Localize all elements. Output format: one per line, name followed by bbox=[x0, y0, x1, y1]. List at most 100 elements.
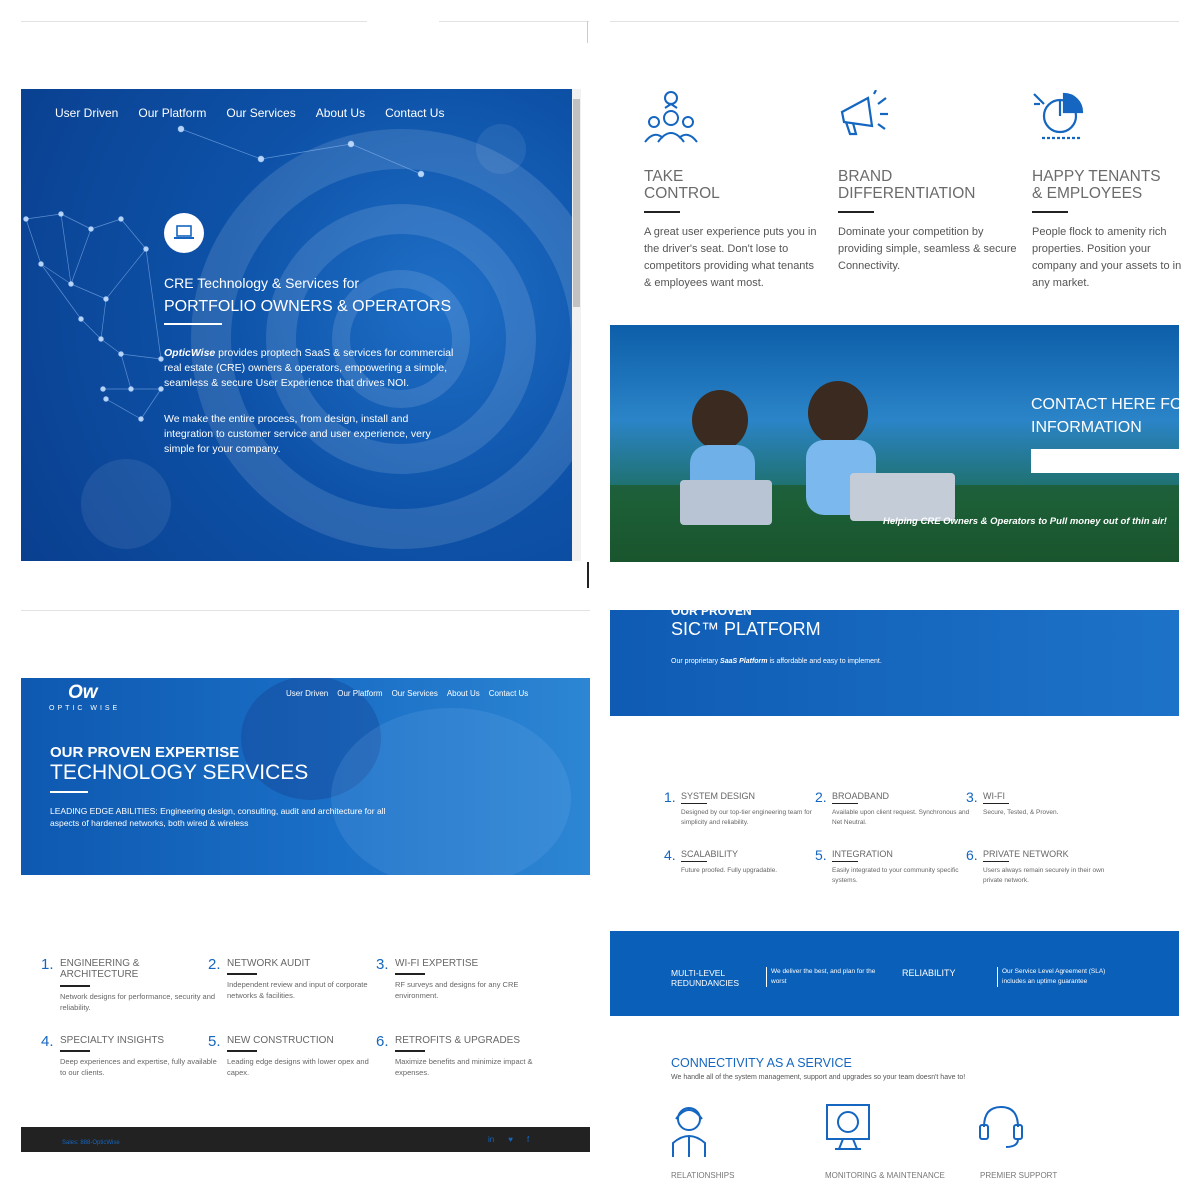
divider bbox=[21, 21, 367, 22]
feature-title-line1: TAKE bbox=[644, 168, 684, 185]
nav-our-platform[interactable]: Our Platform bbox=[337, 689, 382, 698]
item-name: SYSTEM DESIGN bbox=[681, 791, 756, 801]
item-desc: Available upon client request. Synchrono… bbox=[832, 809, 970, 826]
platform-hero: OUR PROVEN SIC™ PLATFORM Our proprietary… bbox=[610, 610, 1179, 716]
band-divider bbox=[766, 967, 767, 987]
item-name: INTEGRATION bbox=[832, 849, 893, 859]
service-number: 1. bbox=[41, 956, 54, 973]
hero-panel: User Driven Our Platform Our Services Ab… bbox=[21, 89, 581, 561]
service-name: NETWORK AUDIT bbox=[227, 958, 311, 969]
twitter-icon[interactable]: ♥ bbox=[508, 1135, 513, 1144]
feature-take-control: TAKE CONTROL A great user experience puts… bbox=[644, 88, 824, 292]
top-nav: User Driven Our Platform Our Services Ab… bbox=[286, 689, 528, 698]
feature-happy-tenants: HAPPY TENANTS & EMPLOYEES People flock to… bbox=[1032, 88, 1182, 292]
users-icon bbox=[644, 91, 698, 143]
scrollbar-thumb[interactable] bbox=[573, 99, 580, 307]
service-desc: Independent review and input of corporat… bbox=[227, 980, 368, 1000]
monitor-icon bbox=[826, 1104, 870, 1150]
facebook-icon[interactable]: f bbox=[527, 1135, 529, 1144]
service-name: WI-FI EXPERTISE bbox=[395, 958, 479, 969]
service-name: ENGINEERING & ARCHITECTURE bbox=[60, 958, 140, 980]
item-underline bbox=[983, 803, 1009, 804]
item-number: 6. bbox=[966, 847, 978, 863]
feature-underline bbox=[1032, 211, 1068, 213]
opticwise-logo[interactable]: Ow OPTIC WISE bbox=[49, 682, 120, 712]
page-footer: Sales: 888-OpticWise in ♥ f bbox=[21, 1127, 590, 1152]
top-nav: User Driven Our Platform Our Services Ab… bbox=[55, 106, 444, 120]
text-cursor bbox=[587, 562, 589, 588]
brand-name: OpticWise bbox=[164, 347, 216, 359]
item-name: PRIVATE NETWORK bbox=[983, 849, 1069, 859]
item-number: 4. bbox=[664, 847, 676, 863]
feature-text: A great user experience puts you in the … bbox=[644, 226, 817, 289]
logo-text: OPTIC WISE bbox=[49, 705, 121, 712]
feature-title-line1: HAPPY TENANTS bbox=[1032, 168, 1161, 185]
feature-underline bbox=[838, 211, 874, 213]
nav-contact-us[interactable]: Contact Us bbox=[489, 689, 529, 698]
heading-underline bbox=[50, 791, 88, 793]
nav-our-services[interactable]: Our Services bbox=[392, 689, 438, 698]
feature-title-line2: CONTROL bbox=[644, 185, 720, 202]
scrollbar[interactable] bbox=[572, 89, 581, 561]
item-name: BROADBAND bbox=[832, 791, 890, 801]
nav-contact-us[interactable]: Contact Us bbox=[385, 106, 444, 120]
item-desc: Designed by our top-tier engineering tea… bbox=[681, 809, 812, 826]
nav-our-platform[interactable]: Our Platform bbox=[138, 106, 206, 120]
band-item-title: MULTI-LEVEL REDUNDANCIES bbox=[671, 968, 740, 988]
feature-title: HAPPY TENANTS & EMPLOYEES bbox=[1032, 168, 1182, 202]
divider bbox=[21, 610, 590, 611]
pie-chart-icon bbox=[1033, 92, 1084, 140]
nav-user-driven[interactable]: User Driven bbox=[55, 106, 118, 120]
item-underline bbox=[832, 861, 858, 862]
nav-user-driven[interactable]: User Driven bbox=[286, 689, 328, 698]
headset-icon bbox=[979, 1105, 1023, 1148]
network-map-graphic bbox=[23, 124, 581, 549]
item-desc: Future proofed. Fully upgradable. bbox=[681, 867, 778, 874]
caas-title: CONNECTIVITY AS A SERVICE bbox=[671, 1056, 852, 1070]
footer-sales: Sales: 888-OpticWise bbox=[62, 1140, 120, 1146]
service-name: SPECIALTY INSIGHTS bbox=[60, 1035, 165, 1046]
caas-item-label: RELATIONSHIPS bbox=[671, 1171, 735, 1180]
item-underline bbox=[681, 803, 707, 804]
heading-underline bbox=[164, 323, 222, 325]
service-underline bbox=[227, 1050, 257, 1052]
service-number: 6. bbox=[376, 1033, 389, 1050]
item-number: 2. bbox=[815, 789, 827, 805]
linkedin-icon[interactable]: in bbox=[488, 1135, 494, 1144]
contact-banner: CONTACT HERE FO INFORMATION Helping CRE O… bbox=[610, 325, 1179, 562]
service-name: NEW CONSTRUCTION bbox=[227, 1035, 334, 1046]
hero-heading-line2: PORTFOLIO OWNERS & OPERATORS bbox=[164, 298, 452, 315]
nav-about-us[interactable]: About Us bbox=[316, 106, 365, 120]
service-underline bbox=[60, 1050, 90, 1052]
subheading-emphasis: SaaS Platform bbox=[720, 658, 768, 665]
feature-text: Dominate your competition by providing s… bbox=[838, 226, 1017, 272]
feature-title-line1: BRAND bbox=[838, 168, 893, 185]
nav-about-us[interactable]: About Us bbox=[447, 689, 480, 698]
item-underline bbox=[983, 861, 1009, 862]
item-number: 3. bbox=[966, 789, 978, 805]
services-description: LEADING EDGE ABILITIES: Engineering desi… bbox=[50, 806, 386, 828]
item-name: SCALABILITY bbox=[681, 849, 739, 859]
platform-heading-small: OUR PROVEN bbox=[671, 610, 752, 618]
contact-input[interactable] bbox=[1031, 449, 1179, 473]
service-desc: Leading edge designs with lower opex and… bbox=[227, 1057, 369, 1077]
caas-item-label: MONITORING & MAINTENANCE bbox=[825, 1171, 945, 1180]
band-item-title: RELIABILITY bbox=[902, 968, 956, 978]
service-underline bbox=[227, 973, 257, 975]
band-divider bbox=[997, 967, 998, 987]
item-underline bbox=[832, 803, 858, 804]
nav-our-services[interactable]: Our Services bbox=[226, 106, 295, 120]
feature-underline bbox=[644, 211, 680, 213]
contact-heading-line1: CONTACT HERE FO bbox=[1031, 396, 1179, 413]
platform-subheading: Our proprietary SaaS Platform is afforda… bbox=[671, 658, 882, 665]
feature-title-line2: & EMPLOYEES bbox=[1032, 185, 1143, 202]
service-number: 2. bbox=[208, 956, 221, 973]
support-person-icon bbox=[672, 1107, 706, 1157]
platform-heading: SIC™ PLATFORM bbox=[671, 619, 821, 639]
service-number: 5. bbox=[208, 1033, 221, 1050]
item-desc: Easily integrated to your community spec… bbox=[832, 867, 959, 884]
feature-title: BRAND DIFFERENTIATION bbox=[838, 168, 1018, 202]
divider bbox=[610, 21, 1179, 22]
hero-heading-line1: CRE Technology & Services for bbox=[164, 275, 360, 291]
social-links: in ♥ f bbox=[488, 1135, 529, 1144]
